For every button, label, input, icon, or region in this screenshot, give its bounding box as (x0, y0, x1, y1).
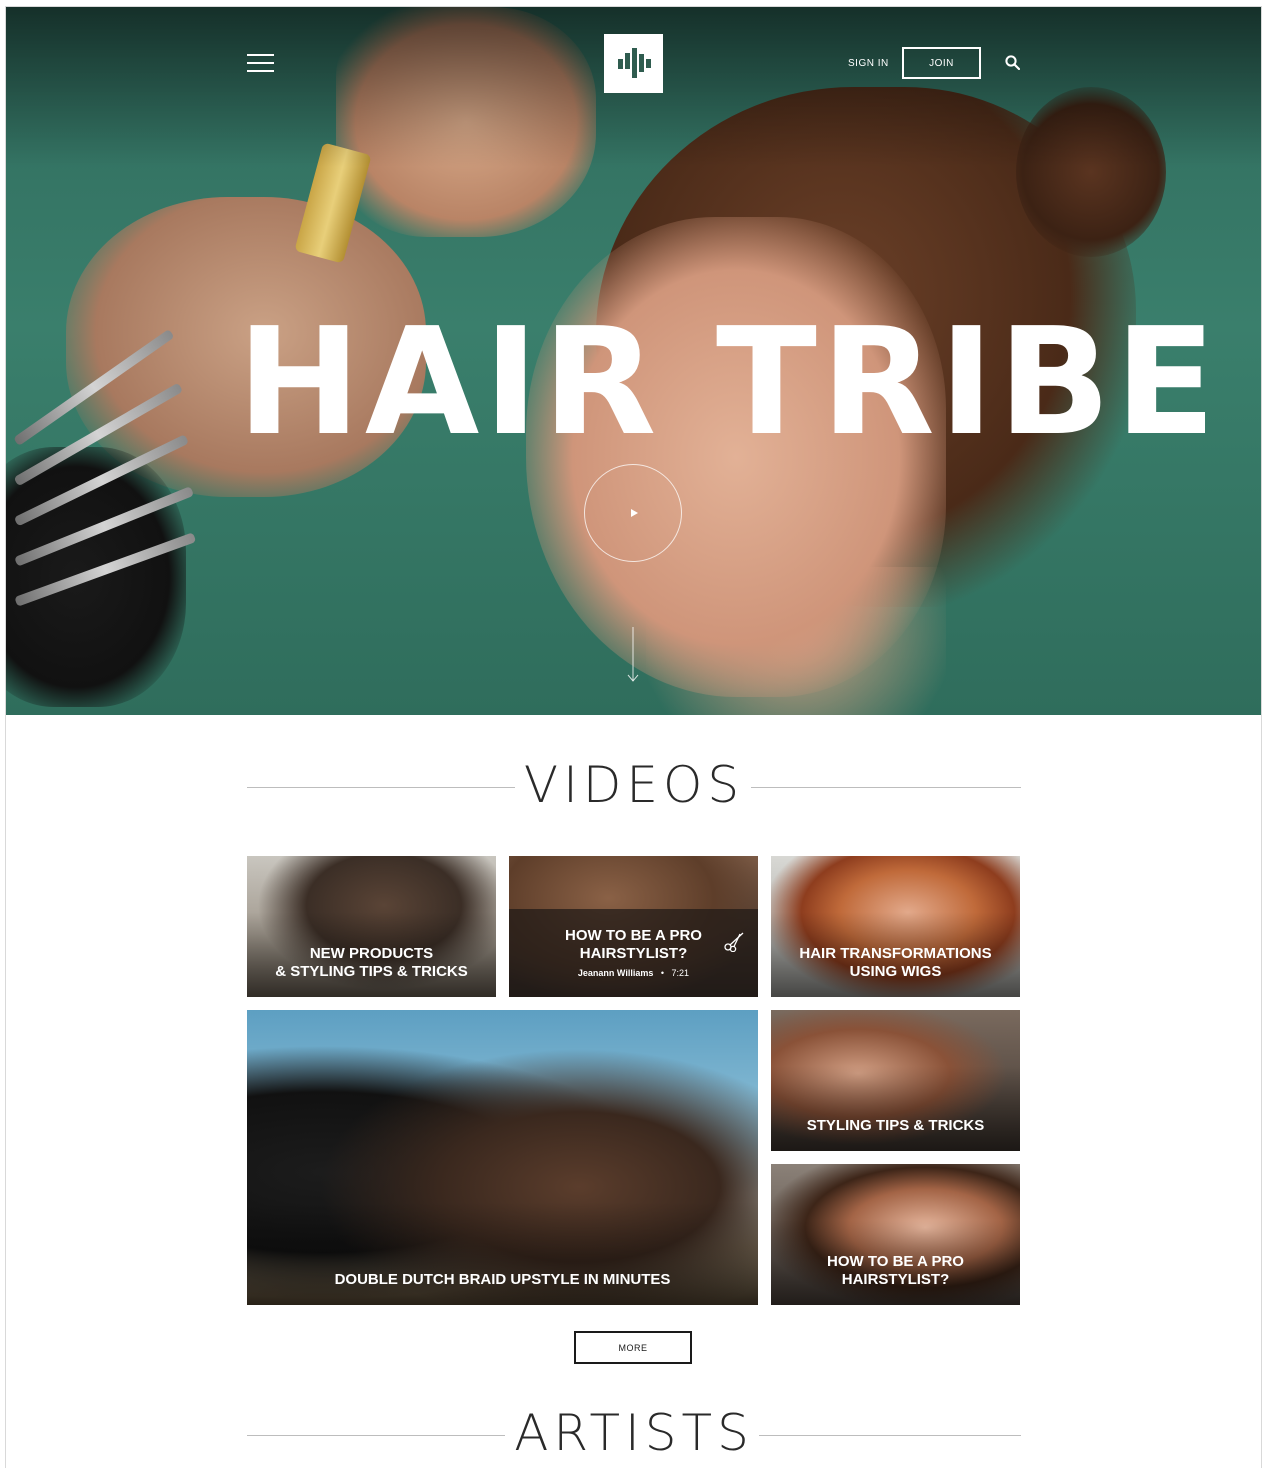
sign-in-link[interactable]: SIGN IN (848, 58, 889, 69)
video-tile-featured[interactable]: HOW TO BE A PRO HAIRSTYLIST? Jeanann Wil… (509, 856, 758, 997)
join-button[interactable]: JOIN (902, 47, 981, 79)
scissors-icon (724, 932, 744, 952)
video-tile[interactable]: HAIR TRANSFORMATIONS USING WIGS (771, 856, 1020, 997)
video-tile[interactable]: STYLING TIPS & TRICKS (771, 1010, 1020, 1151)
hamburger-icon[interactable] (247, 54, 274, 74)
video-title: STYLING TIPS & TRICKS (806, 1117, 985, 1134)
video-duration: 7:21 (671, 968, 690, 978)
hero-title: HAIR TRIBE (237, 296, 1220, 468)
section-title: VIDEOS (523, 756, 745, 814)
artists-heading: ARTISTS (247, 1404, 1021, 1464)
arrow-down-icon[interactable] (627, 627, 639, 683)
video-title: DOUBLE DUTCH BRAID UPSTYLE IN MINUTES (334, 1271, 671, 1288)
video-title: HOW TO BE A PRO HAIRSTYLIST? (565, 927, 702, 962)
video-title: NEW PRODUCTS & STYLING TIPS & TRICKS (275, 945, 468, 980)
video-title: HAIR TRANSFORMATIONS USING WIGS (799, 945, 992, 980)
play-icon (630, 509, 638, 517)
video-tile[interactable]: HOW TO BE A PRO HAIRSTYLIST? (771, 1164, 1020, 1305)
videos-heading: VIDEOS (247, 756, 1021, 816)
video-meta: Jeanann Williams • 7:21 (577, 968, 690, 978)
section-title: ARTISTS (514, 1404, 754, 1462)
video-tile-large[interactable]: DOUBLE DUTCH BRAID UPSTYLE IN MINUTES (247, 1010, 758, 1305)
search-icon[interactable] (1005, 55, 1020, 70)
video-author: Jeanann Williams (577, 968, 654, 978)
hero-banner: SIGN IN JOIN HAIR TRIBE (6, 7, 1261, 715)
play-button[interactable] (584, 464, 682, 562)
video-title: HOW TO BE A PRO HAIRSTYLIST? (827, 1253, 964, 1288)
video-tile[interactable]: NEW PRODUCTS & STYLING TIPS & TRICKS (247, 856, 496, 997)
more-button[interactable]: MORE (574, 1331, 692, 1364)
page: SIGN IN JOIN HAIR TRIBE VIDEOS NEW PRODU… (5, 6, 1262, 1468)
hair-tribe-logo[interactable] (604, 34, 663, 93)
